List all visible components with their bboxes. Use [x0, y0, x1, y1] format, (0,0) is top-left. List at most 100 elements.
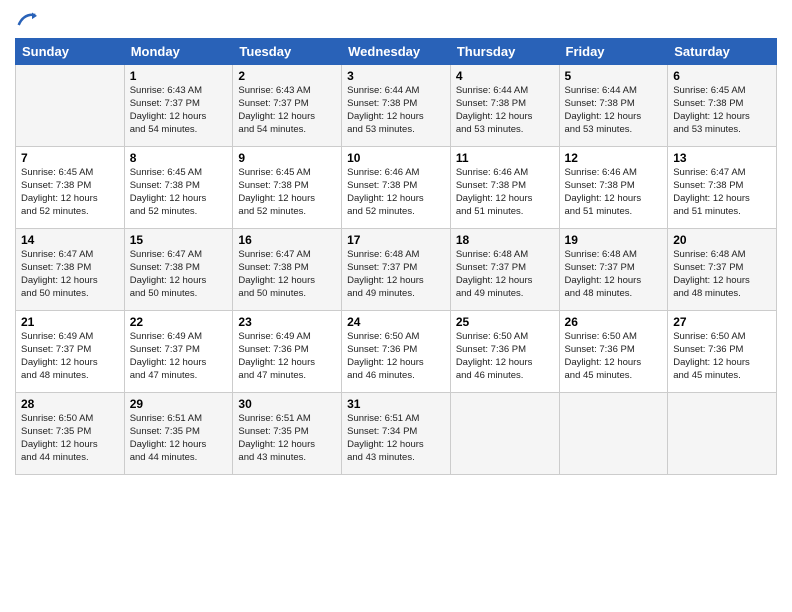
day-number: 4 [456, 69, 554, 83]
day-header-row: SundayMondayTuesdayWednesdayThursdayFrid… [16, 39, 777, 65]
day-content: Sunrise: 6:47 AM Sunset: 7:38 PM Dayligh… [21, 249, 119, 300]
day-number: 24 [347, 315, 445, 329]
calendar-cell: 23 Sunrise: 6:49 AM Sunset: 7:36 PM Dayli… [233, 311, 342, 393]
day-content: Sunrise: 6:46 AM Sunset: 7:38 PM Dayligh… [456, 167, 554, 218]
logo-text [15, 10, 37, 30]
day-of-week-sunday: Sunday [16, 39, 125, 65]
calendar-cell: 14 Sunrise: 6:47 AM Sunset: 7:38 PM Dayli… [16, 229, 125, 311]
day-number: 26 [565, 315, 663, 329]
calendar-cell [668, 393, 777, 475]
calendar-cell: 10 Sunrise: 6:46 AM Sunset: 7:38 PM Dayli… [342, 147, 451, 229]
day-content: Sunrise: 6:47 AM Sunset: 7:38 PM Dayligh… [238, 249, 336, 300]
day-number: 8 [130, 151, 228, 165]
calendar-cell: 15 Sunrise: 6:47 AM Sunset: 7:38 PM Dayli… [124, 229, 233, 311]
calendar-header: SundayMondayTuesdayWednesdayThursdayFrid… [16, 39, 777, 65]
calendar-week-1: 1 Sunrise: 6:43 AM Sunset: 7:37 PM Daylig… [16, 65, 777, 147]
day-number: 21 [21, 315, 119, 329]
calendar-cell: 18 Sunrise: 6:48 AM Sunset: 7:37 PM Dayli… [450, 229, 559, 311]
calendar-cell: 19 Sunrise: 6:48 AM Sunset: 7:37 PM Dayli… [559, 229, 668, 311]
day-number: 10 [347, 151, 445, 165]
day-number: 28 [21, 397, 119, 411]
day-content: Sunrise: 6:51 AM Sunset: 7:34 PM Dayligh… [347, 413, 445, 464]
calendar-cell: 29Sunrise: 6:51 AM Sunset: 7:35 PM Dayli… [124, 393, 233, 475]
calendar-cell: 17Sunrise: 6:48 AM Sunset: 7:37 PM Dayli… [342, 229, 451, 311]
calendar-cell: 22 Sunrise: 6:49 AM Sunset: 7:37 PM Dayli… [124, 311, 233, 393]
day-content: Sunrise: 6:45 AM Sunset: 7:38 PM Dayligh… [130, 167, 228, 218]
calendar-cell: 16 Sunrise: 6:47 AM Sunset: 7:38 PM Dayli… [233, 229, 342, 311]
day-of-week-saturday: Saturday [668, 39, 777, 65]
day-content: Sunrise: 6:45 AM Sunset: 7:38 PM Dayligh… [673, 85, 771, 136]
day-number: 5 [565, 69, 663, 83]
calendar-cell: 2 Sunrise: 6:43 AM Sunset: 7:37 PM Daylig… [233, 65, 342, 147]
page-header [15, 10, 777, 30]
day-number: 13 [673, 151, 771, 165]
calendar-cell [450, 393, 559, 475]
day-content: Sunrise: 6:50 AM Sunset: 7:36 PM Dayligh… [565, 331, 663, 382]
day-number: 31 [347, 397, 445, 411]
day-of-week-tuesday: Tuesday [233, 39, 342, 65]
day-content: Sunrise: 6:44 AM Sunset: 7:38 PM Dayligh… [565, 85, 663, 136]
day-number: 30 [238, 397, 336, 411]
day-number: 25 [456, 315, 554, 329]
day-content: Sunrise: 6:46 AM Sunset: 7:38 PM Dayligh… [347, 167, 445, 218]
calendar-cell: 4 Sunrise: 6:44 AM Sunset: 7:38 PM Daylig… [450, 65, 559, 147]
calendar-cell: 5 Sunrise: 6:44 AM Sunset: 7:38 PM Daylig… [559, 65, 668, 147]
day-content: Sunrise: 6:49 AM Sunset: 7:37 PM Dayligh… [130, 331, 228, 382]
calendar-body: 1 Sunrise: 6:43 AM Sunset: 7:37 PM Daylig… [16, 65, 777, 475]
calendar-week-4: 21 Sunrise: 6:49 AM Sunset: 7:37 PM Dayli… [16, 311, 777, 393]
calendar-cell: 30Sunrise: 6:51 AM Sunset: 7:35 PM Dayli… [233, 393, 342, 475]
calendar-cell [559, 393, 668, 475]
day-number: 18 [456, 233, 554, 247]
day-content: Sunrise: 6:49 AM Sunset: 7:36 PM Dayligh… [238, 331, 336, 382]
day-number: 14 [21, 233, 119, 247]
day-number: 22 [130, 315, 228, 329]
day-content: Sunrise: 6:44 AM Sunset: 7:38 PM Dayligh… [456, 85, 554, 136]
calendar-cell: 3 Sunrise: 6:44 AM Sunset: 7:38 PM Daylig… [342, 65, 451, 147]
calendar-cell: 9Sunrise: 6:45 AM Sunset: 7:38 PM Daylig… [233, 147, 342, 229]
day-content: Sunrise: 6:43 AM Sunset: 7:37 PM Dayligh… [130, 85, 228, 136]
day-content: Sunrise: 6:48 AM Sunset: 7:37 PM Dayligh… [565, 249, 663, 300]
day-content: Sunrise: 6:48 AM Sunset: 7:37 PM Dayligh… [456, 249, 554, 300]
day-content: Sunrise: 6:50 AM Sunset: 7:36 PM Dayligh… [673, 331, 771, 382]
day-content: Sunrise: 6:50 AM Sunset: 7:36 PM Dayligh… [347, 331, 445, 382]
calendar-week-5: 28 Sunrise: 6:50 AM Sunset: 7:35 PM Dayli… [16, 393, 777, 475]
day-content: Sunrise: 6:43 AM Sunset: 7:37 PM Dayligh… [238, 85, 336, 136]
day-number: 16 [238, 233, 336, 247]
calendar-cell: 24 Sunrise: 6:50 AM Sunset: 7:36 PM Dayli… [342, 311, 451, 393]
logo-icon [17, 10, 37, 30]
day-number: 15 [130, 233, 228, 247]
calendar-cell: 21 Sunrise: 6:49 AM Sunset: 7:37 PM Dayli… [16, 311, 125, 393]
day-number: 11 [456, 151, 554, 165]
day-content: Sunrise: 6:48 AM Sunset: 7:37 PM Dayligh… [347, 249, 445, 300]
calendar-week-3: 14 Sunrise: 6:47 AM Sunset: 7:38 PM Dayli… [16, 229, 777, 311]
calendar-cell [16, 65, 125, 147]
day-content: Sunrise: 6:44 AM Sunset: 7:38 PM Dayligh… [347, 85, 445, 136]
day-number: 20 [673, 233, 771, 247]
day-content: Sunrise: 6:48 AM Sunset: 7:37 PM Dayligh… [673, 249, 771, 300]
calendar-cell: 27 Sunrise: 6:50 AM Sunset: 7:36 PM Dayli… [668, 311, 777, 393]
day-number: 2 [238, 69, 336, 83]
day-number: 3 [347, 69, 445, 83]
day-content: Sunrise: 6:45 AM Sunset: 7:38 PM Dayligh… [238, 167, 336, 218]
day-content: Sunrise: 6:50 AM Sunset: 7:35 PM Dayligh… [21, 413, 119, 464]
day-content: Sunrise: 6:47 AM Sunset: 7:38 PM Dayligh… [673, 167, 771, 218]
day-number: 27 [673, 315, 771, 329]
day-number: 19 [565, 233, 663, 247]
day-number: 1 [130, 69, 228, 83]
day-content: Sunrise: 6:49 AM Sunset: 7:37 PM Dayligh… [21, 331, 119, 382]
calendar-cell: 7Sunrise: 6:45 AM Sunset: 7:38 PM Daylig… [16, 147, 125, 229]
calendar-cell: 28 Sunrise: 6:50 AM Sunset: 7:35 PM Dayli… [16, 393, 125, 475]
day-of-week-monday: Monday [124, 39, 233, 65]
calendar-cell: 8 Sunrise: 6:45 AM Sunset: 7:38 PM Daylig… [124, 147, 233, 229]
day-number: 12 [565, 151, 663, 165]
day-number: 23 [238, 315, 336, 329]
day-content: Sunrise: 6:51 AM Sunset: 7:35 PM Dayligh… [130, 413, 228, 464]
calendar-cell: 12Sunrise: 6:46 AM Sunset: 7:38 PM Dayli… [559, 147, 668, 229]
day-content: Sunrise: 6:47 AM Sunset: 7:38 PM Dayligh… [130, 249, 228, 300]
day-number: 7 [21, 151, 119, 165]
calendar-cell: 31 Sunrise: 6:51 AM Sunset: 7:34 PM Dayli… [342, 393, 451, 475]
calendar-cell: 13 Sunrise: 6:47 AM Sunset: 7:38 PM Dayli… [668, 147, 777, 229]
logo [15, 10, 37, 30]
day-of-week-thursday: Thursday [450, 39, 559, 65]
day-number: 6 [673, 69, 771, 83]
